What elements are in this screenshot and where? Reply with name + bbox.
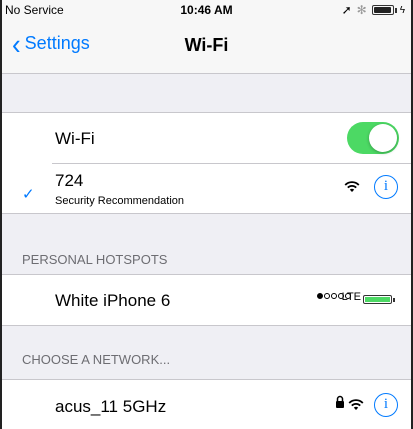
info-icon[interactable]: i [374,393,398,417]
network-row[interactable]: acus_11 5GHz i [2,380,411,429]
wifi-toggle-label: Wi-Fi [55,129,95,148]
navigation-bar: ‹ Settings Wi-Fi [2,20,411,74]
wifi-toggle-row: Wi-Fi [2,113,411,163]
battery-icon [371,5,394,15]
choose-network-group: acus_11 5GHz i [2,379,411,429]
status-icons: ➚ ✻ ϟ [342,3,405,17]
hotspot-battery-icon [363,295,392,304]
lock-icon [336,395,344,408]
network-type-label: LTE [341,291,361,303]
charging-bolt-icon: ϟ [399,4,405,16]
connected-network-row[interactable]: ✓ 724 Security Recommendation i [2,163,411,213]
location-arrow-icon: ➚ [341,3,352,17]
choose-network-header: CHOOSE A NETWORK... [22,352,171,367]
info-icon[interactable]: i [374,175,398,199]
bluetooth-icon: ✻ [356,3,367,17]
wifi-signal-icon [344,181,360,192]
wifi-group: Wi-Fi ✓ 724 Security Recommendation i [2,112,411,214]
personal-hotspots-group: White iPhone 6 LTE [2,274,411,326]
toggle-knob [369,124,397,152]
page-title: Wi-Fi [184,35,229,55]
checkmark-icon: ✓ [22,186,35,203]
network-subtitle: Security Recommendation [55,195,185,207]
hotspot-row[interactable]: White iPhone 6 LTE [2,275,411,325]
personal-hotspots-header: PERSONAL HOTSPOTS [22,252,168,267]
wifi-signal-icon [348,399,364,410]
battery-tip [394,7,397,13]
available-network-name: acus_11 5GHz [55,397,167,416]
network-name: 724 [55,171,84,190]
hotspot-battery-tip [393,298,395,302]
hotspot-name: White iPhone 6 [55,291,171,310]
wifi-toggle-switch[interactable] [347,122,399,154]
status-bar: No Service 10:46 AM ➚ ✻ ϟ [2,0,411,20]
